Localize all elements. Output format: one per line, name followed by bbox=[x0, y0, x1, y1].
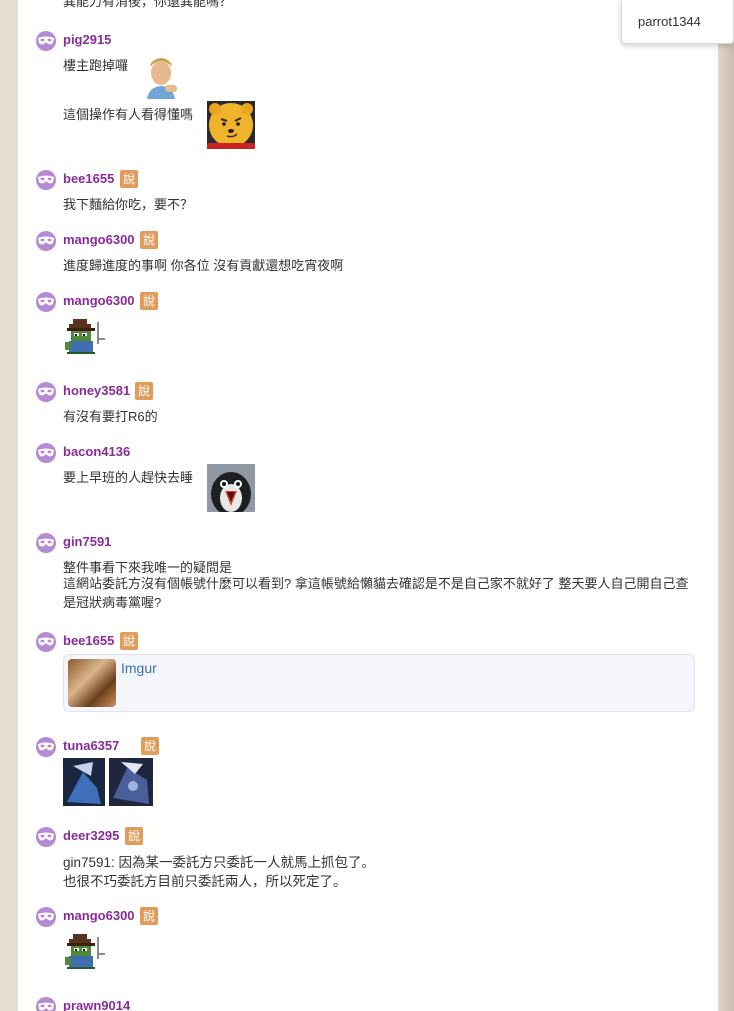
username-link[interactable]: mango6300 bbox=[63, 908, 135, 923]
mask-avatar-icon bbox=[36, 632, 56, 652]
sticker-image[interactable] bbox=[207, 101, 255, 149]
message-text: gin7591: 因為某一委託方只委託一人就馬上抓包了。 bbox=[63, 855, 376, 870]
speech-badge: 說 bbox=[140, 231, 158, 249]
mask-avatar-icon bbox=[36, 443, 56, 463]
message-text: 也很不巧委託方目前只委託兩人，所以死定了。 bbox=[63, 874, 347, 889]
pepe-sticker-image[interactable] bbox=[63, 318, 111, 356]
speech-badge: 說 bbox=[120, 632, 138, 650]
username-link[interactable]: mango6300 bbox=[63, 232, 135, 247]
message-text: 我下麵給你吃，要不？ bbox=[63, 197, 194, 212]
message-text: 這網站委託方沒有個帳號什麼可以看到? 拿這帳號給懶貓去確認是不是自己家不就好了 … bbox=[63, 576, 689, 610]
message-text: 有沒有要打R6的 bbox=[63, 409, 158, 424]
pepe-sticker-image[interactable] bbox=[63, 933, 111, 971]
username-link[interactable]: pig2915 bbox=[63, 32, 111, 47]
speech-badge: 說 bbox=[125, 827, 143, 845]
username-link[interactable]: mango6300 bbox=[63, 293, 135, 308]
message-text: 進度歸進度的事啊 你各位 沒有貢獻還想吃宵夜啊 bbox=[63, 258, 344, 273]
mask-avatar-icon bbox=[36, 533, 56, 553]
user-menu-popup[interactable]: parrot1344 bbox=[621, 0, 734, 44]
mask-avatar-icon bbox=[36, 231, 56, 251]
link-thumbnail bbox=[68, 659, 116, 707]
mask-avatar-icon bbox=[36, 382, 56, 402]
speech-badge: 說 bbox=[140, 907, 158, 925]
username-link[interactable]: honey3581 bbox=[63, 383, 130, 398]
mask-avatar-icon bbox=[36, 737, 56, 757]
username-link[interactable]: bee1655 bbox=[63, 171, 114, 186]
penguin-sticker-image[interactable] bbox=[207, 464, 255, 512]
username-link[interactable]: deer3295 bbox=[63, 828, 119, 843]
username-link[interactable]: prawn9014 bbox=[63, 998, 130, 1011]
anime-image[interactable] bbox=[63, 758, 153, 806]
message-text: 異能力有消後，你還異能嗎？ bbox=[63, 0, 233, 9]
message-text: 要上早班的人趕快去睡 bbox=[63, 470, 194, 485]
speech-badge: 說 bbox=[141, 737, 159, 755]
username-link[interactable]: bacon4136 bbox=[63, 444, 130, 459]
message-text: 這個操作有人看得懂嗎 bbox=[63, 107, 194, 122]
username-link[interactable]: gin7591 bbox=[63, 534, 111, 549]
link-title[interactable]: Imgur bbox=[121, 660, 157, 676]
mask-avatar-icon bbox=[36, 170, 56, 190]
mask-avatar-icon bbox=[36, 827, 56, 847]
mask-avatar-icon bbox=[36, 31, 56, 51]
user-menu-username[interactable]: parrot1344 bbox=[638, 14, 701, 29]
page-background-edge bbox=[718, 0, 734, 1011]
speech-badge: 說 bbox=[140, 292, 158, 310]
mask-avatar-icon bbox=[36, 907, 56, 927]
speech-badge: 說 bbox=[135, 382, 153, 400]
sticker-image[interactable] bbox=[139, 55, 183, 99]
link-preview-card[interactable]: Imgur bbox=[63, 654, 695, 712]
mask-avatar-icon bbox=[36, 292, 56, 312]
username-link[interactable]: tuna6357 bbox=[63, 738, 119, 753]
username-link[interactable]: bee1655 bbox=[63, 633, 114, 648]
mask-avatar-icon bbox=[36, 997, 56, 1011]
message-text: 樓主跑掉囉 bbox=[63, 58, 129, 73]
speech-badge: 說 bbox=[120, 170, 138, 188]
chat-panel: 異能力有消後，你還異能嗎？ pig2915 樓主跑掉囉 這個操作有人看得懂嗎 b… bbox=[18, 0, 718, 1011]
